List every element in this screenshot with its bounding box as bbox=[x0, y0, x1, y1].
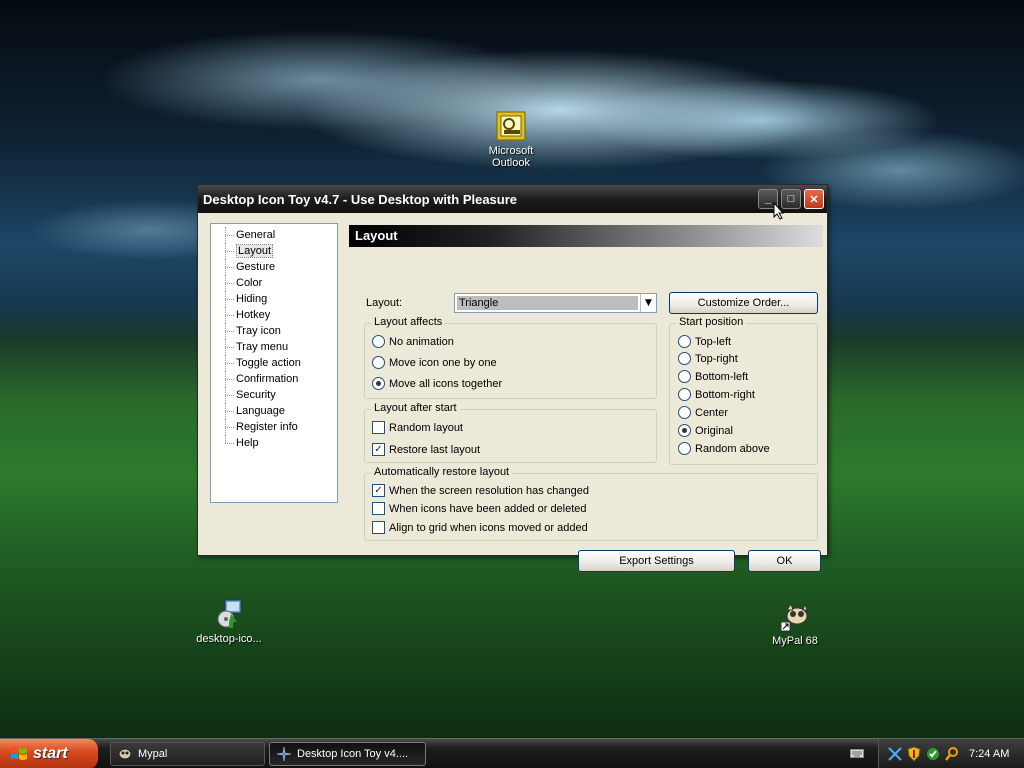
checkbox-resolution-changed[interactable]: ✓ When the screen resolution has changed bbox=[372, 484, 589, 497]
group-legend: Start position bbox=[676, 316, 747, 328]
radio-move-one-by-one[interactable]: Move icon one by one bbox=[372, 356, 497, 369]
tree-item-layout[interactable]: Layout bbox=[211, 243, 337, 259]
system-tray: 7:24 AM bbox=[878, 739, 1024, 768]
radio-bottom-right[interactable]: Bottom-right bbox=[678, 388, 755, 401]
taskbar-item-label: Desktop Icon Toy v4.... bbox=[297, 748, 409, 760]
tree-item-color[interactable]: Color bbox=[211, 275, 337, 291]
radio-button[interactable] bbox=[372, 356, 385, 369]
checkbox[interactable] bbox=[372, 521, 385, 534]
outlook-icon bbox=[496, 111, 526, 141]
checkbox[interactable] bbox=[372, 502, 385, 515]
group-legend: Layout after start bbox=[371, 402, 460, 414]
radio-no-animation[interactable]: No animation bbox=[372, 335, 454, 348]
tree-item-hotkey[interactable]: Hotkey bbox=[211, 307, 337, 323]
mypal-icon bbox=[780, 602, 808, 632]
taskbar-item-desktop-icon-toy[interactable]: Desktop Icon Toy v4.... bbox=[269, 742, 426, 766]
title-bar[interactable]: Desktop Icon Toy v4.7 - Use Desktop with… bbox=[198, 185, 827, 213]
keyboard-icon[interactable] bbox=[850, 747, 864, 759]
tree-item-help[interactable]: Help bbox=[211, 435, 337, 451]
desktop-icon-toy-icon bbox=[276, 746, 292, 762]
customize-order-button[interactable]: Customize Order... bbox=[669, 292, 818, 314]
tree-item-language[interactable]: Language bbox=[211, 403, 337, 419]
checkbox-align-to-grid[interactable]: Align to grid when icons moved or added bbox=[372, 521, 588, 534]
tree-item-security[interactable]: Security bbox=[211, 387, 337, 403]
checkbox[interactable] bbox=[372, 421, 385, 434]
layout-label: Layout: bbox=[366, 297, 403, 309]
group-legend: Layout affects bbox=[371, 316, 446, 328]
radio-button[interactable] bbox=[678, 442, 691, 455]
taskbar: start Mypal Desktop Icon Toy v4.... 7:24… bbox=[0, 738, 1024, 768]
desktop-icon-label: MyPal 68 bbox=[772, 635, 818, 647]
desktop-icon-installer[interactable]: desktop-ico... bbox=[184, 598, 274, 645]
window-title: Desktop Icon Toy v4.7 - Use Desktop with… bbox=[203, 191, 518, 207]
chevron-down-icon[interactable]: ▼ bbox=[640, 294, 656, 312]
desktop-icon-label: Microsoft bbox=[488, 145, 534, 157]
ok-button[interactable]: OK bbox=[748, 550, 821, 572]
dialog-body: General Layout Gesture Color Hiding Hotk… bbox=[198, 213, 827, 572]
radio-button[interactable] bbox=[678, 406, 691, 419]
radio-button-selected[interactable] bbox=[678, 424, 691, 437]
checkbox-checked[interactable]: ✓ bbox=[372, 443, 385, 456]
desktop-icon-label: desktop-ico... bbox=[196, 633, 262, 645]
tree-item-toggle-action[interactable]: Toggle action bbox=[211, 355, 337, 371]
checkbox-icons-added-deleted[interactable]: When icons have been added or deleted bbox=[372, 502, 587, 515]
security-shield-icon[interactable] bbox=[906, 746, 922, 762]
tree-item-hiding[interactable]: Hiding bbox=[211, 291, 337, 307]
radio-button[interactable] bbox=[678, 370, 691, 383]
radio-button-selected[interactable] bbox=[372, 377, 385, 390]
settings-tree[interactable]: General Layout Gesture Color Hiding Hotk… bbox=[210, 223, 338, 503]
radio-top-right[interactable]: Top-right bbox=[678, 352, 738, 365]
tree-item-general[interactable]: General bbox=[211, 227, 337, 243]
mouse-cursor-icon bbox=[773, 202, 785, 220]
windows-flag-icon bbox=[11, 747, 27, 760]
group-legend: Automatically restore layout bbox=[371, 466, 513, 478]
checkbox-checked[interactable]: ✓ bbox=[372, 484, 385, 497]
desktop-icon-label: Outlook bbox=[492, 157, 530, 169]
tree-item-tray-menu[interactable]: Tray menu bbox=[211, 339, 337, 355]
radio-button[interactable] bbox=[678, 352, 691, 365]
tree-item-gesture[interactable]: Gesture bbox=[211, 259, 337, 275]
close-icon: ✕ bbox=[809, 193, 819, 206]
tree-item-confirmation[interactable]: Confirmation bbox=[211, 371, 337, 387]
layout-select[interactable]: Triangle ▼ bbox=[454, 293, 657, 313]
mypal-icon bbox=[118, 748, 132, 760]
radio-button[interactable] bbox=[678, 335, 691, 348]
radio-original[interactable]: Original bbox=[678, 424, 733, 437]
radio-random-above[interactable]: Random above bbox=[678, 442, 770, 455]
update-icon[interactable] bbox=[925, 746, 941, 762]
close-button[interactable]: ✕ bbox=[804, 189, 824, 209]
tree-item-tray-icon[interactable]: Tray icon bbox=[211, 323, 337, 339]
export-settings-button[interactable]: Export Settings bbox=[578, 550, 735, 572]
radio-center[interactable]: Center bbox=[678, 406, 728, 419]
installer-icon bbox=[217, 599, 242, 628]
panel-header: Layout bbox=[349, 225, 823, 247]
taskbar-item-label: Mypal bbox=[138, 748, 168, 760]
checkbox-restore-last-layout[interactable]: ✓ Restore last layout bbox=[372, 443, 480, 456]
tree-item-register-info[interactable]: Register info bbox=[211, 419, 337, 435]
minimize-icon: _ bbox=[764, 193, 772, 205]
start-label: start bbox=[33, 745, 68, 762]
maximize-icon: □ bbox=[787, 193, 795, 205]
network-icon[interactable] bbox=[887, 746, 903, 762]
desktop-icon-mypal[interactable]: MyPal 68 bbox=[750, 600, 840, 647]
clock[interactable]: 7:24 AM bbox=[969, 748, 1009, 760]
layout-select-value: Triangle bbox=[457, 296, 638, 310]
radio-button[interactable] bbox=[372, 335, 385, 348]
search-icon[interactable] bbox=[944, 746, 960, 762]
radio-button[interactable] bbox=[678, 388, 691, 401]
checkbox-random-layout[interactable]: Random layout bbox=[372, 421, 463, 434]
desktop-icon-outlook[interactable]: Microsoft Outlook bbox=[466, 110, 556, 169]
radio-move-all-together[interactable]: Move all icons together bbox=[372, 377, 502, 390]
desktop-icon-toy-window: Desktop Icon Toy v4.7 - Use Desktop with… bbox=[197, 184, 828, 572]
start-button[interactable]: start bbox=[0, 739, 98, 768]
radio-top-left[interactable]: Top-left bbox=[678, 335, 731, 348]
taskbar-item-mypal[interactable]: Mypal bbox=[110, 742, 265, 766]
radio-bottom-left[interactable]: Bottom-left bbox=[678, 370, 748, 383]
